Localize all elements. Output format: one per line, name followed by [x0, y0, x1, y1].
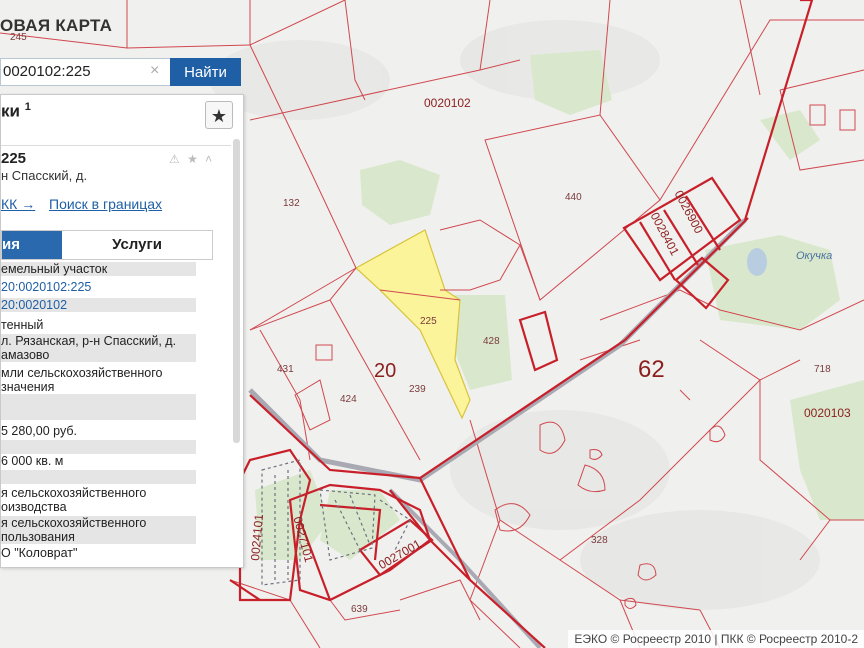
parcel-card: 225 ⚠ ★ ˄ н Спасский, д. КК → Поиск в гр…	[1, 145, 231, 566]
parcel-label: 428	[483, 336, 500, 347]
parcel-label: 440	[565, 192, 582, 203]
quarter-label: 0020103	[804, 406, 851, 420]
pkk-link[interactable]: КК →	[1, 196, 35, 212]
search-button[interactable]: Найти	[170, 58, 241, 86]
search-bar: 0020102:225 × Найти	[0, 58, 241, 86]
info-row-category: мли сельскохозяйственного значения	[1, 366, 196, 394]
info-row-owner: О "Коловрат"	[1, 546, 78, 560]
tab-info[interactable]: ия	[2, 231, 62, 259]
search-in-bounds-link[interactable]: Поиск в границах	[49, 196, 162, 212]
card-actions-icon[interactable]: ⚠ ★ ˄	[169, 152, 214, 166]
scrollbar[interactable]	[233, 139, 240, 443]
info-row-blank-3	[1, 470, 196, 484]
info-row-blank	[1, 394, 196, 420]
info-row-type: емельный участок	[1, 262, 196, 276]
info-row-status: тенный	[1, 318, 44, 332]
info-row-category-1: мли сельскохозяйственного	[1, 366, 163, 380]
info-row-use-1: я сельскохозяйственного	[1, 486, 147, 500]
search-input[interactable]: 0020102:225	[0, 58, 170, 86]
info-row-use-doc-2: пользования	[1, 530, 75, 544]
parcel-label: 225	[420, 316, 437, 327]
result-count: 1	[24, 101, 31, 113]
info-row-blank-2	[1, 440, 196, 454]
results-panel: ки 1 ★ 225 ⚠ ★ ˄ н Спасский, д. КК → Пои…	[0, 94, 244, 568]
parcel-label: 431	[277, 364, 294, 375]
app-title: ОВАЯ КАРТА	[0, 16, 113, 35]
star-icon[interactable]: ★	[205, 101, 233, 129]
district-label: 62	[638, 356, 665, 383]
info-row-address-1: л. Рязанская, р-н Спасский, д.	[1, 334, 177, 348]
info-row-quarter[interactable]: 20:0020102	[1, 298, 196, 312]
tab-services[interactable]: Услуги	[62, 231, 212, 259]
info-row-use-2: оизводства	[1, 500, 67, 514]
village-label: Окучка	[796, 250, 833, 262]
info-row-cadnum[interactable]: 20:0020102:225	[1, 280, 196, 294]
parcel-label: 132	[283, 198, 300, 209]
panel-title-text: ки	[1, 101, 20, 121]
card-tabs: ия Услуги	[1, 230, 213, 260]
parcel-label: 424	[340, 394, 357, 405]
parcel-address: н Спасский, д.	[1, 168, 88, 183]
panel-title: ки 1	[1, 101, 31, 122]
info-row-category-2: значения	[1, 380, 55, 394]
parcel-label: 639	[351, 604, 368, 615]
parcel-number: 225	[1, 150, 27, 167]
map-attribution: ЕЭКО © Росреестр 2010 | ПКК © Росреестр …	[568, 630, 864, 648]
info-row-use-doc-1: я сельскохозяйственного	[1, 516, 147, 530]
parcel-label: 328	[591, 535, 608, 546]
quarter-label: 0020102	[424, 96, 471, 110]
info-row-use-doc: я сельскохозяйственного пользования	[1, 516, 196, 544]
info-row-area: 6 000 кв. м	[1, 454, 64, 468]
close-icon[interactable]: ×	[150, 62, 159, 80]
info-row-cost: 5 280,00 руб.	[1, 424, 77, 438]
info-row-address-2: амазово	[1, 348, 50, 362]
parcel-label: 239	[409, 384, 426, 395]
info-row-use: я сельскохозяйственного оизводства	[1, 486, 196, 514]
district-label: 20	[374, 360, 397, 382]
parcel-label: 718	[814, 364, 831, 375]
info-row-address: л. Рязанская, р-н Спасский, д. амазово	[1, 334, 196, 362]
lake	[747, 248, 767, 276]
